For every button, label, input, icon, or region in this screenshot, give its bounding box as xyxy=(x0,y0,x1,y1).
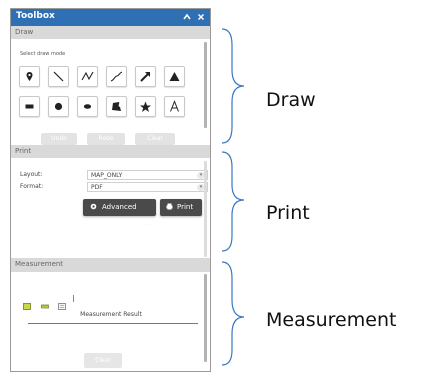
print-brace xyxy=(221,151,245,252)
print-callout-label: Print xyxy=(266,202,310,224)
draw-brace xyxy=(221,28,245,144)
draw-callout-label: Draw xyxy=(266,89,316,111)
measurement-brace xyxy=(221,261,245,366)
measurement-callout-label: Measurement xyxy=(266,309,397,331)
